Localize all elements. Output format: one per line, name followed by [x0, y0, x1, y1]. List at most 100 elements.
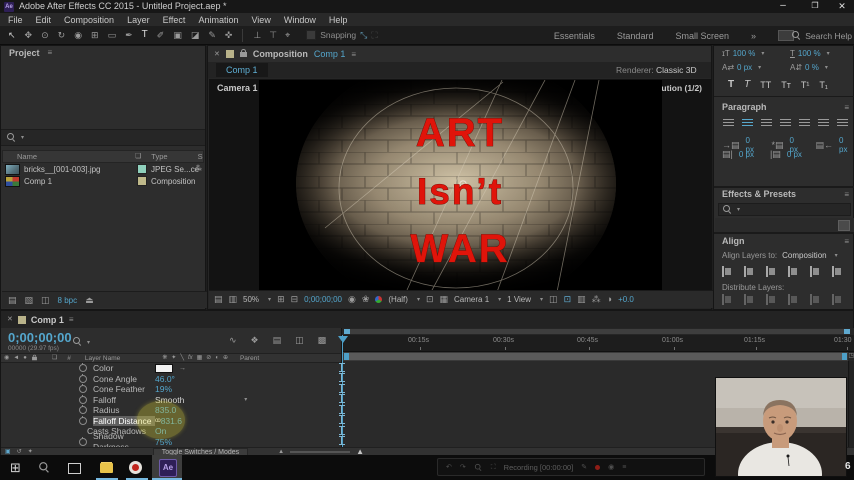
project-col-type[interactable]: Type — [151, 152, 167, 161]
effects-presets-menu-icon[interactable]: ≡ — [844, 190, 849, 199]
align-top-edge-icon[interactable] — [788, 266, 802, 277]
align-h-center-icon[interactable] — [744, 266, 758, 277]
snapping-checkbox[interactable] — [306, 30, 317, 40]
hide-shy-layers-icon[interactable]: ▤ — [273, 336, 282, 345]
superscript-button[interactable]: T¹ — [801, 80, 810, 90]
flowchart-button-icon[interactable]: ⁂ — [592, 295, 601, 304]
label-column-icon2[interactable]: ❏ — [52, 355, 57, 361]
indent-right-value[interactable]: 0 px — [839, 136, 853, 154]
composition-mini-flowchart-icon[interactable]: ∿ — [229, 336, 237, 345]
adjustment-switch-icon[interactable]: ◐ — [215, 355, 219, 361]
roi-icon[interactable]: ⊡ — [426, 295, 434, 304]
property-row-cone-angle[interactable]: Cone Angle 46.0° — [1, 374, 341, 385]
workspace-essentials[interactable]: Essentials — [554, 31, 595, 41]
project-search[interactable]: ▾ — [1, 129, 205, 146]
hand-tool-icon[interactable]: ✥ — [25, 30, 33, 40]
reset-exposure-icon[interactable]: ◑ — [607, 295, 612, 304]
stopwatch-icon[interactable] — [79, 405, 87, 415]
work-area-start-handle[interactable] — [344, 353, 349, 360]
threed-switch-icon[interactable]: ⊕ — [223, 355, 228, 361]
type-tool-icon[interactable]: T — [142, 30, 148, 40]
menu-help[interactable]: Help — [329, 15, 348, 25]
index-column-label[interactable]: # — [67, 355, 71, 362]
rec-record-dot[interactable] — [595, 464, 601, 470]
audio-column-icon[interactable]: ◄ — [13, 355, 19, 361]
timeline-zoom-slider[interactable] — [290, 451, 351, 453]
workspace-standard[interactable]: Standard — [617, 31, 654, 41]
align-panel-header[interactable]: Align ≡ — [722, 236, 849, 246]
label-swatch[interactable] — [137, 176, 147, 186]
panel-close-icon[interactable]: ✕ — [214, 51, 220, 58]
workspace-overflow-icon[interactable]: » — [751, 31, 756, 41]
justify-last-left-icon[interactable] — [779, 117, 792, 128]
effects-search[interactable]: ▾ — [718, 203, 851, 216]
pixel-aspect-icon[interactable]: ◫ — [549, 295, 558, 304]
new-composition-icon[interactable]: ◫ — [41, 295, 50, 305]
timeline-panel-menu-icon[interactable]: ≡ — [69, 315, 74, 324]
eraser-tool-icon[interactable]: ◪ — [191, 30, 200, 40]
search-help-icon[interactable] — [792, 31, 801, 40]
menu-edit[interactable]: Edit — [36, 15, 52, 25]
transparency-grid-icon[interactable]: ▦ — [440, 295, 449, 304]
fast-previews-icon[interactable]: ⊡ — [564, 295, 572, 304]
project-search-icon[interactable] — [7, 133, 16, 142]
timeline-nav-bar[interactable] — [344, 329, 850, 334]
space-after-value[interactable]: 0 px — [787, 150, 802, 159]
align-menu-icon[interactable]: ≡ — [844, 237, 849, 246]
menu-file[interactable]: File — [8, 15, 23, 25]
playhead-marker[interactable] — [338, 336, 348, 343]
panel-corner-icon[interactable] — [838, 220, 850, 231]
motion-blur-switch-icon[interactable]: ⊘ — [206, 355, 211, 361]
project-col-s[interactable]: S — [198, 152, 203, 161]
work-area-bar[interactable] — [343, 352, 848, 361]
frame-blending-icon[interactable]: ◫ — [295, 336, 304, 345]
brush-tool-icon[interactable]: ✐ — [157, 30, 165, 40]
snap-grid-icon[interactable]: ⛶ — [371, 30, 377, 40]
start-button-icon[interactable]: ⊞ — [10, 461, 21, 474]
always-preview-icon[interactable]: ▤ — [214, 295, 223, 304]
zoom-tool-icon[interactable]: ⊙ — [41, 30, 49, 40]
renderer-value[interactable]: Classic 3D — [656, 65, 697, 75]
space-before-value[interactable]: 0 px — [739, 150, 754, 159]
project-bpc[interactable]: 8 bpc — [58, 296, 78, 305]
camera-tool-icon[interactable]: ◉ — [74, 30, 82, 40]
lock-column-icon[interactable] — [31, 354, 37, 360]
task-view-icon[interactable] — [68, 463, 81, 474]
justify-last-right-icon[interactable] — [817, 117, 830, 128]
align-bottom-edge-icon[interactable] — [832, 266, 846, 277]
faux-bold-button[interactable]: T — [728, 79, 734, 90]
video-column-icon[interactable]: ◉ — [4, 355, 9, 361]
minimize-button[interactable]: – — [770, 0, 796, 11]
frame-blend-switch-icon[interactable]: ▦ — [197, 355, 203, 361]
local-axis-mode-icon[interactable]: ⊥ — [253, 30, 261, 40]
horizontal-scale-value[interactable]: 100 % — [798, 49, 821, 58]
parent-column-label[interactable]: Parent — [240, 355, 259, 362]
view-axis-mode-icon[interactable]: ⌖ — [285, 30, 290, 40]
baseline-shift-value[interactable]: 0 % — [805, 63, 819, 72]
rec-undo-icon[interactable]: ↶ — [446, 464, 452, 471]
distribute-top-icon[interactable] — [722, 294, 736, 305]
composition-tab[interactable]: Comp 1 — [216, 63, 268, 77]
roto-brush-tool-icon[interactable]: ✎ — [208, 30, 216, 40]
shape-tool-icon[interactable]: ▭ — [108, 30, 117, 40]
comp-current-time[interactable]: 0;00;00;00 — [304, 295, 342, 304]
stopwatch-icon[interactable] — [79, 436, 87, 446]
tracking-value[interactable]: 0 px — [737, 63, 752, 72]
stopwatch-icon[interactable] — [79, 363, 87, 373]
small-caps-button[interactable]: Tт — [781, 80, 791, 90]
work-area-end-handle[interactable] — [842, 353, 847, 360]
camera-selector[interactable]: Camera 1 — [454, 295, 489, 304]
pan-behind-tool-icon[interactable]: ⊞ — [91, 30, 99, 40]
rec-camera-icon[interactable]: ◉ — [608, 464, 614, 471]
project-tab[interactable]: Project — [9, 48, 40, 58]
timeline-tab[interactable]: Comp 1 — [31, 315, 64, 325]
snapshot-icon[interactable]: ◉ — [348, 295, 356, 304]
composition-panel-title[interactable]: Composition — [253, 49, 308, 59]
rec-menu-icon[interactable]: ≡ — [622, 464, 626, 471]
exposure-value[interactable]: +0.0 — [618, 295, 634, 304]
vertical-scale-value[interactable]: 100 % — [733, 49, 756, 58]
after-effects-taskbar-icon[interactable]: Ae — [159, 459, 177, 477]
resolution-value[interactable]: (Half) — [388, 295, 408, 304]
align-center-icon[interactable] — [741, 117, 754, 128]
align-left-edge-icon[interactable] — [722, 266, 736, 277]
